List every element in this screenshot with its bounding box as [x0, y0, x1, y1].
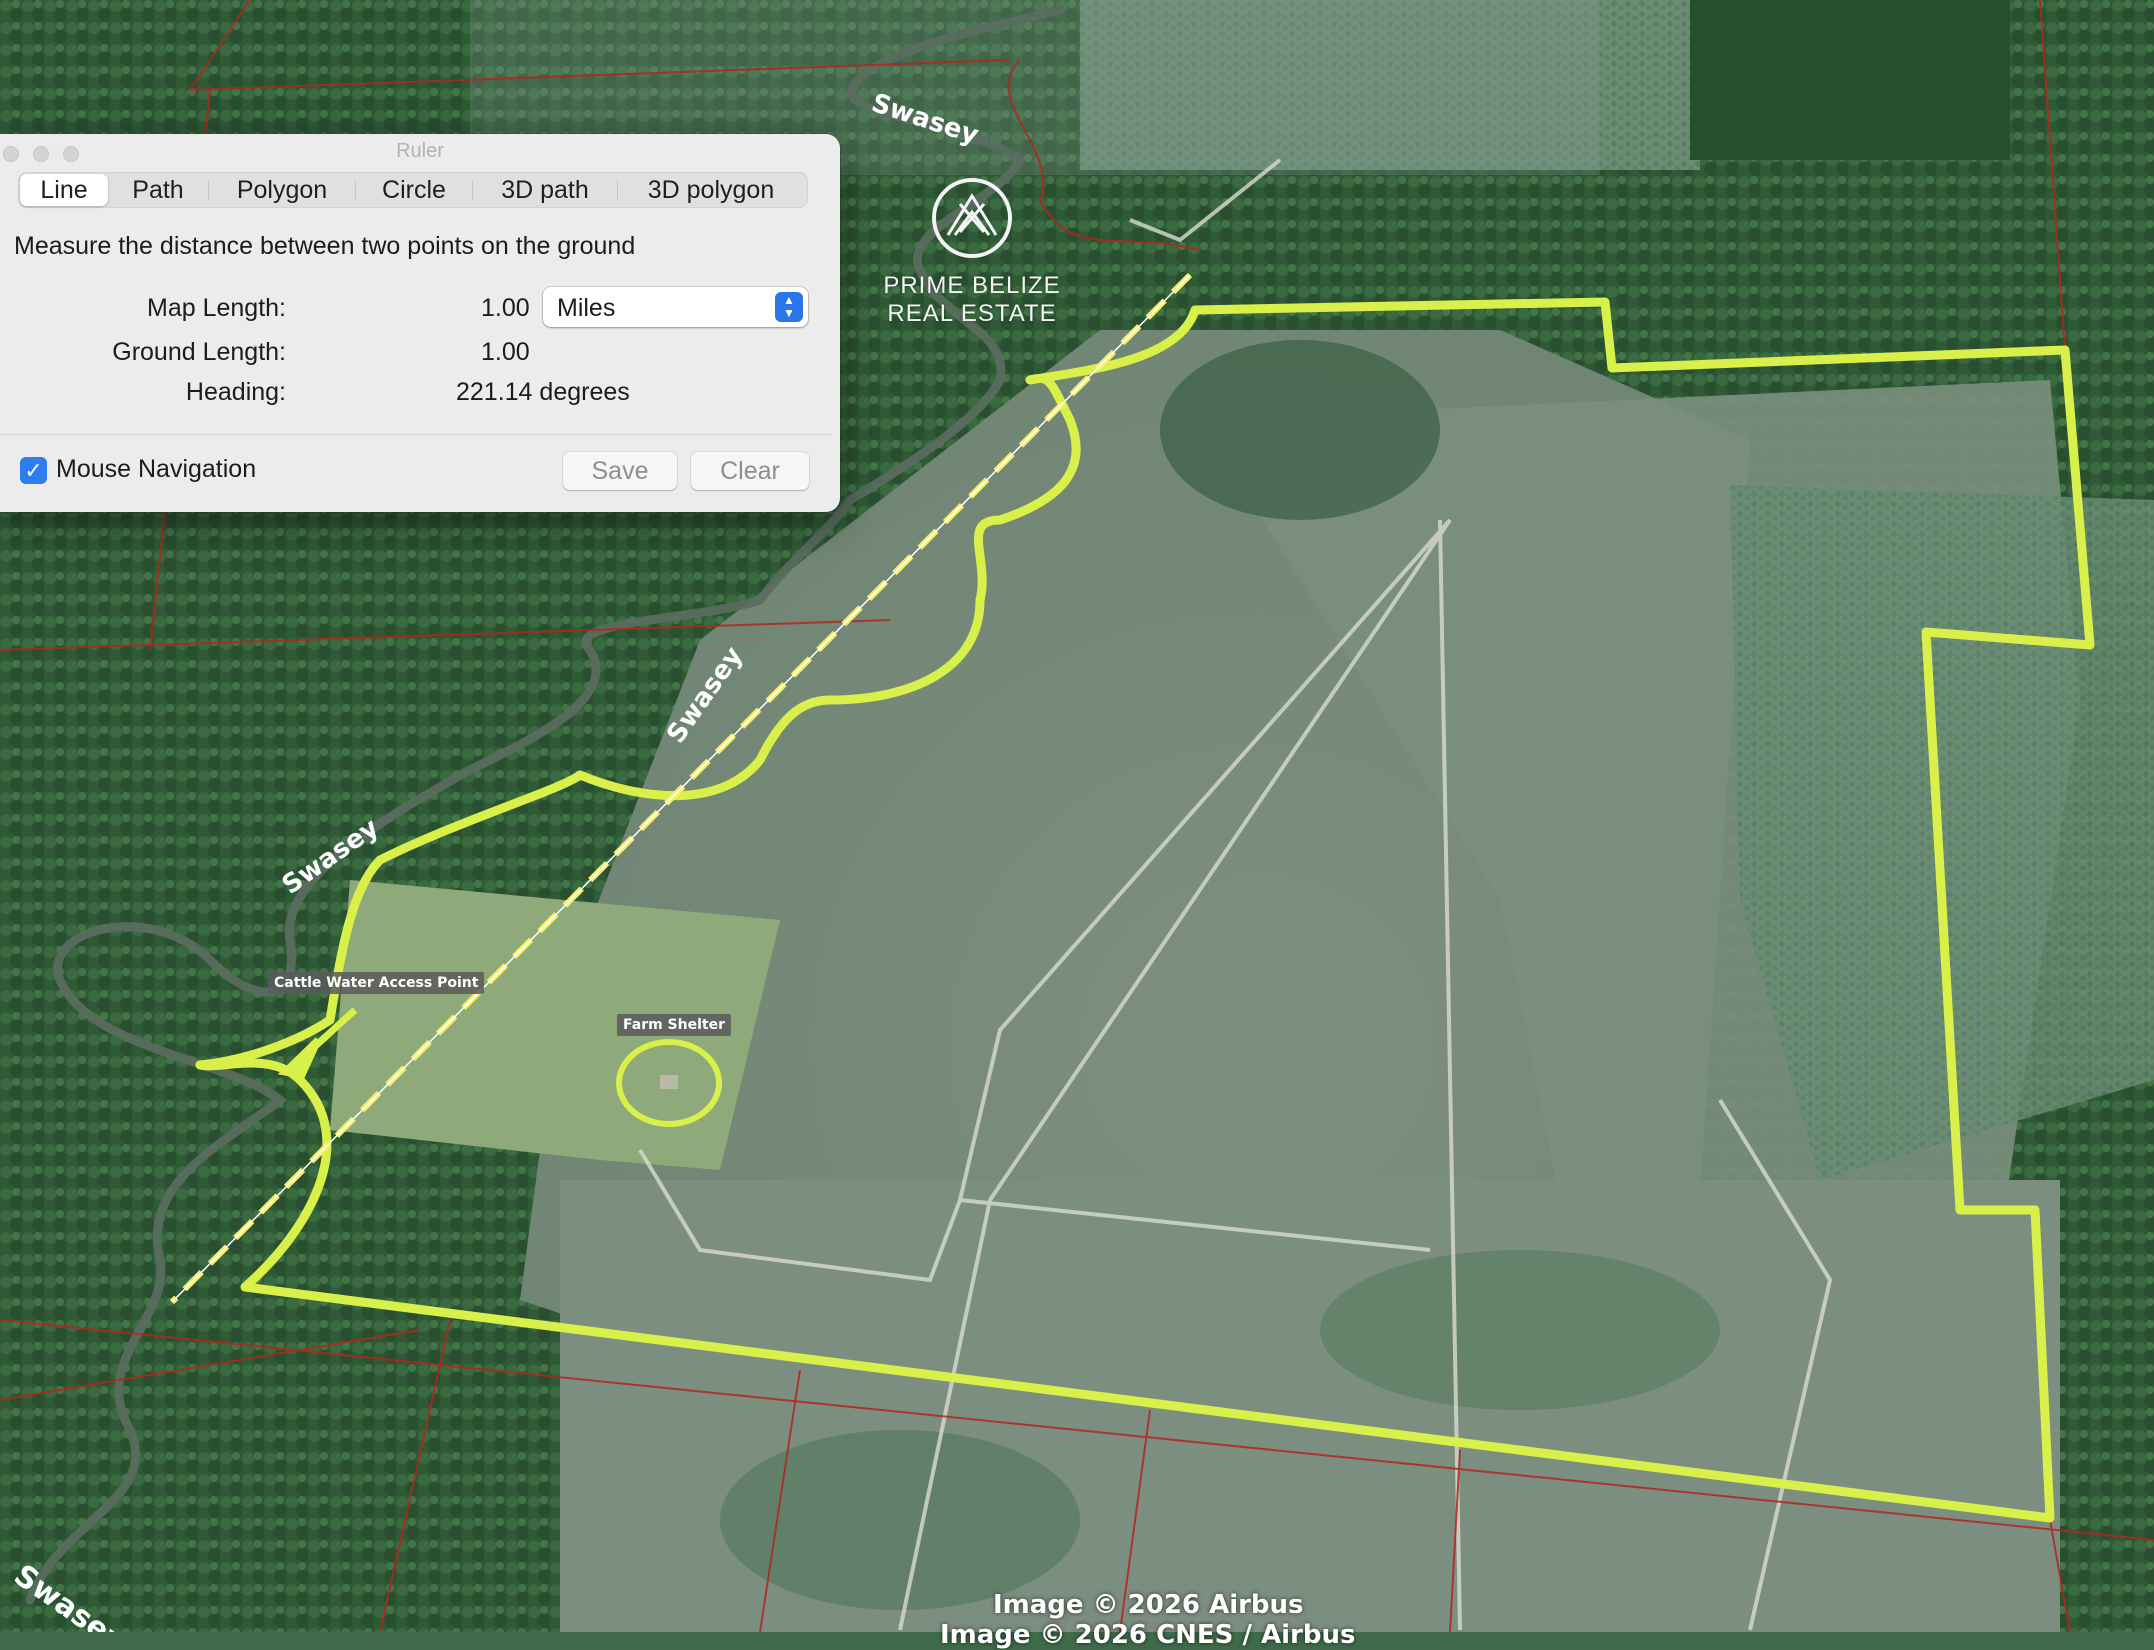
unit-select[interactable]: Miles ▲ ▼ — [543, 287, 808, 327]
window-title: Ruler — [396, 140, 444, 162]
ruler-description: Measure the distance between two points … — [14, 232, 636, 260]
dark-forest-north — [1690, 0, 2010, 160]
mouse-navigation-checkbox[interactable]: ✓ — [20, 457, 47, 484]
tab-line[interactable]: Line — [20, 174, 108, 206]
tab-3d-polygon[interactable]: 3D polygon — [618, 174, 804, 206]
chevron-updown-icon: ▲ ▼ — [775, 292, 803, 322]
heading-value: 221.14 degrees — [456, 378, 630, 406]
ruler-titlebar[interactable]: Ruler — [0, 134, 840, 170]
farm-shelter-building — [660, 1075, 678, 1089]
tab-path[interactable]: Path — [108, 174, 208, 206]
clear-button[interactable]: Clear — [691, 452, 809, 490]
tab-polygon[interactable]: Polygon — [209, 174, 355, 206]
forest-patch — [1320, 1250, 1720, 1410]
mouse-navigation-label[interactable]: Mouse Navigation — [56, 455, 256, 484]
ground-length-label: Ground Length: — [112, 338, 286, 366]
ruler-window: Ruler Line Path Polygon Circle 3D path 3… — [0, 134, 840, 512]
forest-patch — [1160, 340, 1440, 520]
logo-line-1: PRIME BELIZE — [883, 272, 1061, 299]
farm-shelter-label[interactable]: Farm Shelter — [617, 1014, 731, 1036]
ruler-mode-tabs: Line Path Polygon Circle 3D path 3D poly… — [18, 172, 808, 208]
map-length-value: 1.00 — [481, 294, 530, 322]
logo-text: PRIME BELIZE REAL ESTATE — [862, 272, 1082, 328]
tab-3d-path[interactable]: 3D path — [473, 174, 617, 206]
image-credit-2: Image © 2026 CNES / Airbus — [940, 1620, 1356, 1650]
forest-patch — [720, 1430, 1080, 1610]
tab-circle[interactable]: Circle — [356, 174, 472, 206]
logo-line-2: REAL ESTATE — [887, 300, 1057, 327]
cattle-water-label[interactable]: Cattle Water Access Point — [268, 972, 485, 994]
map-length-label: Map Length: — [147, 294, 286, 322]
unit-select-value: Miles — [557, 294, 616, 322]
ground-length-value: 1.00 — [481, 338, 530, 366]
image-credit-1: Image © 2026 Airbus — [993, 1590, 1304, 1620]
heading-label: Heading: — [185, 378, 286, 406]
ruler-divider — [0, 434, 832, 435]
checkmark-icon: ✓ — [24, 458, 43, 483]
save-button[interactable]: Save — [563, 452, 677, 490]
